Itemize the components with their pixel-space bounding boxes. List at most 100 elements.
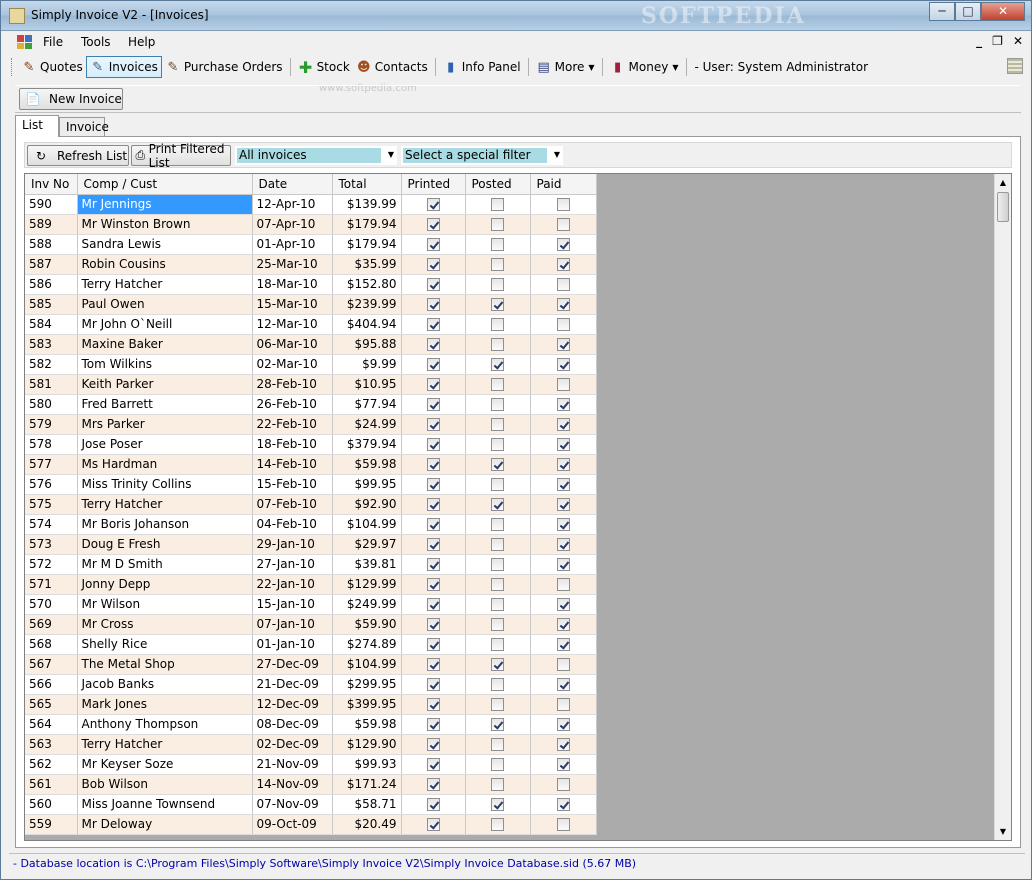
column-header-inv-no[interactable]: Inv No [25, 174, 78, 195]
paid-checkbox[interactable] [556, 338, 570, 351]
customer-cell[interactable]: Terry Hatcher [77, 734, 253, 755]
menu-tools[interactable]: Tools [81, 35, 111, 49]
invoice-number-cell[interactable]: 571 [25, 574, 78, 595]
paid-checkbox[interactable] [556, 518, 570, 531]
customer-cell[interactable]: Shelly Rice [77, 634, 253, 655]
posted-checkbox[interactable] [491, 558, 504, 571]
total-cell[interactable]: $171.24 [332, 774, 402, 795]
customer-cell[interactable]: Miss Trinity Collins [77, 474, 253, 495]
paid-checkbox[interactable] [556, 238, 570, 251]
printed-checkbox[interactable] [426, 498, 440, 511]
table-row[interactable]: 573 Doug E Fresh 29-Jan-10 $29.97 [25, 534, 597, 555]
total-cell[interactable]: $404.94 [332, 314, 402, 335]
table-row[interactable]: 568 Shelly Rice 01-Jan-10 $274.89 [25, 634, 597, 655]
customer-cell[interactable]: Miss Joanne Townsend [77, 794, 253, 815]
table-row[interactable]: 574 Mr Boris Johanson 04-Feb-10 $104.99 [25, 514, 597, 535]
close-button[interactable]: ✕ [981, 2, 1025, 21]
invoice-number-cell[interactable]: 587 [25, 254, 78, 275]
invoice-number-cell[interactable]: 561 [25, 774, 78, 795]
paid-checkbox[interactable] [556, 618, 570, 631]
mdi-child-icon[interactable] [17, 35, 32, 49]
date-cell[interactable]: 07-Jan-10 [252, 614, 333, 635]
column-header-posted[interactable]: Posted [465, 174, 531, 195]
date-cell[interactable]: 27-Dec-09 [252, 654, 333, 675]
customer-cell[interactable]: Mr Winston Brown [77, 214, 253, 235]
total-cell[interactable]: $99.93 [332, 754, 402, 775]
total-cell[interactable]: $24.99 [332, 414, 402, 435]
date-cell[interactable]: 02-Mar-10 [252, 354, 333, 375]
paid-checkbox[interactable] [556, 458, 570, 471]
date-cell[interactable]: 26-Feb-10 [252, 394, 333, 415]
date-cell[interactable]: 07-Apr-10 [252, 214, 333, 235]
table-row[interactable]: 575 Terry Hatcher 07-Feb-10 $92.90 [25, 494, 597, 515]
column-header-date[interactable]: Date [252, 174, 333, 195]
customer-cell[interactable]: Mr Deloway [77, 814, 253, 835]
total-cell[interactable]: $129.90 [332, 734, 402, 755]
total-cell[interactable]: $249.99 [332, 594, 402, 615]
table-row[interactable]: 578 Jose Poser 18-Feb-10 $379.94 [25, 434, 597, 455]
customer-cell[interactable]: Jose Poser [77, 434, 253, 455]
invoice-number-cell[interactable]: 590 [25, 194, 78, 215]
invoice-number-cell[interactable]: 588 [25, 234, 78, 255]
posted-checkbox[interactable] [491, 418, 504, 431]
keyboard-icon[interactable] [1007, 58, 1023, 74]
invoice-number-cell[interactable]: 589 [25, 214, 78, 235]
paid-checkbox[interactable] [556, 818, 570, 831]
printed-checkbox[interactable] [426, 198, 440, 211]
customer-cell[interactable]: Mr Keyser Soze [77, 754, 253, 775]
total-cell[interactable]: $129.99 [332, 574, 402, 595]
invoice-number-cell[interactable]: 568 [25, 634, 78, 655]
printed-checkbox[interactable] [426, 698, 440, 711]
paid-checkbox[interactable] [556, 358, 570, 371]
paid-checkbox[interactable] [556, 318, 570, 331]
table-row[interactable]: 588 Sandra Lewis 01-Apr-10 $179.94 [25, 234, 597, 255]
invoice-number-cell[interactable]: 573 [25, 534, 78, 555]
paid-checkbox[interactable] [556, 658, 570, 671]
date-cell[interactable]: 07-Feb-10 [252, 494, 333, 515]
date-cell[interactable]: 09-Oct-09 [252, 814, 333, 835]
total-cell[interactable]: $77.94 [332, 394, 402, 415]
posted-checkbox[interactable] [491, 478, 504, 491]
posted-checkbox[interactable] [491, 538, 504, 551]
refresh-list-button[interactable]: ↻ Refresh List [27, 145, 129, 166]
date-cell[interactable]: 06-Mar-10 [252, 334, 333, 355]
total-cell[interactable]: $179.94 [332, 214, 402, 235]
paid-checkbox[interactable] [556, 298, 570, 311]
date-cell[interactable]: 14-Nov-09 [252, 774, 333, 795]
printed-checkbox[interactable] [426, 478, 440, 491]
paid-checkbox[interactable] [556, 798, 570, 811]
table-row[interactable]: 562 Mr Keyser Soze 21-Nov-09 $99.93 [25, 754, 597, 775]
paid-checkbox[interactable] [556, 258, 570, 271]
paid-checkbox[interactable] [556, 578, 570, 591]
paid-checkbox[interactable] [556, 278, 570, 291]
printed-checkbox[interactable] [426, 358, 440, 371]
table-row[interactable]: 584 Mr John O`Neill 12-Mar-10 $404.94 [25, 314, 597, 335]
table-row[interactable]: 564 Anthony Thompson 08-Dec-09 $59.98 [25, 714, 597, 735]
customer-cell[interactable]: Mark Jones [77, 694, 253, 715]
posted-checkbox[interactable] [491, 818, 504, 831]
printed-checkbox[interactable] [426, 798, 440, 811]
posted-checkbox[interactable] [491, 678, 504, 691]
invoice-number-cell[interactable]: 579 [25, 414, 78, 435]
mdi-close-button[interactable]: ✕ [1013, 34, 1023, 48]
info-panel-button[interactable]: ▮ Info Panel [440, 56, 524, 78]
customer-cell[interactable]: Terry Hatcher [77, 494, 253, 515]
posted-checkbox[interactable] [491, 238, 504, 251]
table-row[interactable]: 587 Robin Cousins 25-Mar-10 $35.99 [25, 254, 597, 275]
posted-checkbox[interactable] [491, 458, 504, 471]
total-cell[interactable]: $10.95 [332, 374, 402, 395]
customer-cell[interactable]: Terry Hatcher [77, 274, 253, 295]
posted-checkbox[interactable] [491, 598, 504, 611]
customer-cell[interactable]: The Metal Shop [77, 654, 253, 675]
printed-checkbox[interactable] [426, 458, 440, 471]
customer-cell[interactable]: Sandra Lewis [77, 234, 253, 255]
invoice-number-cell[interactable]: 560 [25, 794, 78, 815]
paid-checkbox[interactable] [556, 778, 570, 791]
invoice-number-cell[interactable]: 584 [25, 314, 78, 335]
scroll-up-icon[interactable]: ▲ [995, 174, 1011, 191]
date-cell[interactable]: 07-Nov-09 [252, 794, 333, 815]
paid-checkbox[interactable] [556, 598, 570, 611]
mdi-minimize-button[interactable]: _ [976, 34, 982, 48]
date-cell[interactable]: 18-Mar-10 [252, 274, 333, 295]
customer-cell[interactable]: Bob Wilson [77, 774, 253, 795]
